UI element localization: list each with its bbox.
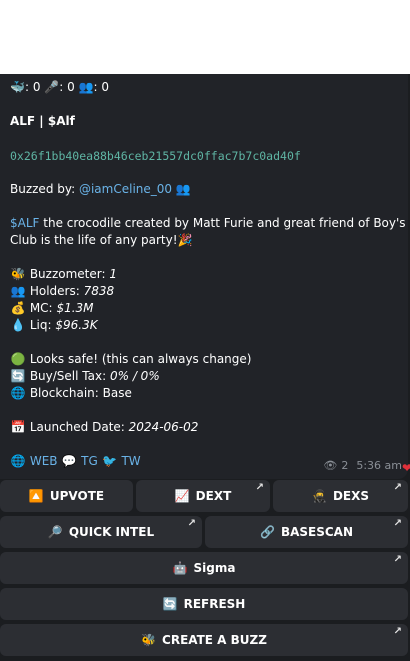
liq-label: Liq:	[29, 318, 52, 332]
heart-reaction-icon[interactable]: ❤	[402, 461, 410, 475]
contract-address[interactable]: 0x26f1bb40ea88b46ceb21557dc0ffac7b7c0ad4…	[10, 149, 301, 163]
people-icon: 👥	[10, 284, 26, 298]
speech-bubble-icon: 💬	[61, 454, 77, 468]
buzzed-by: Buzzed by: @iamCeline_00 👥	[10, 182, 191, 196]
whales-count: 0	[32, 80, 41, 94]
stats-line: 🐳: 0 🎤: 0 👥: 0	[10, 80, 110, 94]
chain-row: 🌐 Blockchain: Base	[10, 386, 132, 400]
buzzometer-row: 🐝 Buzzometer: 1	[10, 267, 117, 281]
people-count: 0	[101, 80, 110, 94]
eye-icon: 👁	[323, 459, 338, 472]
token-name: ALF | $Alf	[10, 114, 75, 128]
mic-icon: 🎤	[44, 80, 60, 94]
description-text-1: the crocodile created by Matt Furie and …	[39, 216, 406, 230]
dexs-button[interactable]: 🥷 DEXS ↗	[273, 480, 408, 512]
quick-intel-label: QUICK INTEL	[68, 525, 155, 539]
sigma-button[interactable]: 🤖 Sigma ↗	[0, 552, 408, 584]
chart-icon: 📈	[174, 489, 190, 503]
create-buzz-button[interactable]: 🐝 CREATE A BUZZ ↗	[0, 624, 408, 656]
message-meta: 👁 2 5:36 am	[323, 459, 402, 472]
refresh-button[interactable]: 🔄 REFRESH	[0, 588, 408, 620]
external-link-icon: ↗	[393, 626, 402, 637]
quick-intel-button[interactable]: 🔎 QUICK INTEL ↗	[0, 516, 202, 548]
mc-label: MC:	[29, 301, 53, 315]
green-circle-icon: 🟢	[10, 352, 26, 366]
dext-button[interactable]: 📈 DEXT ↗	[136, 480, 270, 512]
people-icon: 👥	[175, 182, 191, 196]
message-time: 5:36 am	[356, 459, 402, 472]
up-arrow-icon: 🔼	[28, 489, 44, 503]
droplet-icon: 💧	[10, 318, 26, 332]
bee-icon: 🐝	[141, 633, 157, 647]
basescan-button[interactable]: 🔗 BASESCAN ↗	[205, 516, 408, 548]
external-link-icon: ↗	[255, 482, 264, 493]
basescan-label: BASESCAN	[280, 525, 353, 539]
launch-row: 📅 Launched Date: 2024-06-02	[10, 420, 199, 434]
upvote-button[interactable]: 🔼 UPVOTE	[0, 480, 133, 512]
tw-link[interactable]: TW	[121, 454, 140, 468]
refresh-label: REFRESH	[183, 597, 246, 611]
cycle-icon: 🔄	[10, 369, 26, 383]
links-row: 🌐 WEB 💬 TG 🐦 TW	[10, 454, 141, 468]
view-count: 2	[341, 459, 349, 472]
mc-row: 💰 MC: $1.3M	[10, 301, 94, 315]
link-icon: 🔗	[259, 525, 275, 539]
external-link-icon: ↗	[393, 554, 402, 565]
cashtag-link[interactable]: $ALF	[10, 216, 39, 230]
launch-label: Launched Date:	[29, 420, 125, 434]
ninja-icon: 🥷	[311, 489, 327, 503]
dext-label: DEXT	[195, 489, 232, 503]
external-link-icon: ↗	[187, 518, 196, 529]
globe-icon: 🌐	[10, 454, 26, 468]
liq-value: $96.3K	[55, 318, 98, 332]
whale-icon: 🐳	[10, 80, 25, 94]
external-link-icon: ↗	[393, 518, 402, 529]
liq-row: 💧 Liq: $96.3K	[10, 318, 98, 332]
bird-icon: 🐦	[102, 454, 118, 468]
description-line-2: Club is the life of any party!🎉	[10, 233, 192, 247]
globe-icon: 🌐	[10, 386, 26, 400]
safety-text: Looks safe! (this can always change)	[29, 352, 252, 366]
launch-value: 2024-06-02	[128, 420, 199, 434]
tg-link[interactable]: TG	[81, 454, 98, 468]
money-bag-icon: 💰	[10, 301, 26, 315]
holders-row: 👥 Holders: 7838	[10, 284, 115, 298]
dexs-label: DEXS	[332, 489, 369, 503]
chain-label: Blockchain:	[29, 386, 99, 400]
buzzometer-label: Buzzometer:	[29, 267, 106, 281]
holders-value: 7838	[83, 284, 115, 298]
description-line-1: $ALF the crocodile created by Matt Furie…	[10, 216, 406, 230]
calendar-icon: 📅	[10, 420, 26, 434]
tax-value: 0% / 0%	[109, 369, 160, 383]
buzzed-by-label: Buzzed by:	[10, 182, 76, 196]
people-icon: 👥	[78, 80, 94, 94]
tax-row: 🔄 Buy/Sell Tax: 0% / 0%	[10, 369, 160, 383]
safety-row: 🟢 Looks safe! (this can always change)	[10, 352, 252, 366]
create-buzz-label: CREATE A BUZZ	[162, 633, 267, 647]
mc-value: $1.3M	[56, 301, 94, 315]
upvote-label: UPVOTE	[49, 489, 105, 503]
mic-count: 0	[67, 80, 75, 94]
holders-label: Holders:	[29, 284, 80, 298]
sigma-label: Sigma	[193, 561, 236, 575]
robot-icon: 🤖	[172, 561, 188, 575]
chain-value: Base	[102, 386, 132, 400]
buzzometer-value: 1	[109, 267, 117, 281]
web-link[interactable]: WEB	[30, 454, 58, 468]
external-link-icon: ↗	[393, 482, 402, 493]
tax-label: Buy/Sell Tax:	[29, 369, 107, 383]
magnifier-icon: 🔎	[47, 525, 63, 539]
bee-icon: 🐝	[10, 267, 26, 281]
party-icon: 🎉	[177, 233, 193, 247]
refresh-icon: 🔄	[162, 597, 178, 611]
description-text-2: Club is the life of any party!	[10, 233, 178, 247]
buzzed-by-user-link[interactable]: @iamCeline_00	[79, 182, 172, 196]
